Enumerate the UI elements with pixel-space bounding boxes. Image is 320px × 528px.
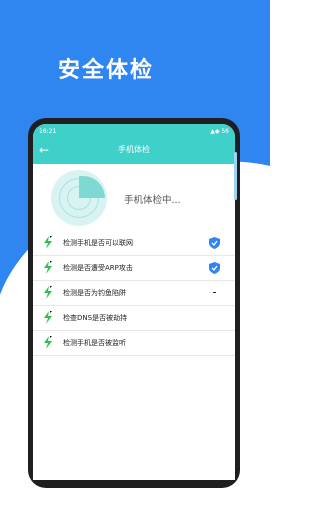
check-row: 检查DNS是否被劫持 [33,305,235,331]
hero-title: 安全体检 [58,58,155,83]
scan-radar-icon [51,170,107,226]
check-row: 检测是否为钓鱼陷阱 [33,280,235,306]
status-bar: 16:21 ▲◆ 56 [33,124,235,138]
check-label: 检查DNS是否被劫持 [63,314,128,322]
shield-check-icon [209,237,220,249]
lightning-bolt-icon [44,336,52,349]
pending-dash-icon [213,292,216,293]
scan-wedge [79,176,105,198]
check-row: 检测手机是否被监听 [33,330,235,356]
check-label: 检测是否遭受ARP攻击 [63,264,133,272]
status-time: 16:21 [39,127,57,135]
shield-check-icon [209,262,220,274]
scan-status-text: 手机体检中... [124,195,181,206]
lightning-bolt-icon [44,286,52,299]
scrollbar[interactable] [234,152,237,200]
check-row: 检测手机是否可以联网 [33,230,235,256]
app-title: 手机体检 [118,145,150,154]
check-label: 检测手机是否可以联网 [63,239,133,247]
check-label: 检测手机是否被监听 [63,339,126,347]
check-row: 检测是否遭受ARP攻击 [33,255,235,281]
status-icons: ▲◆ 56 [210,127,229,135]
lightning-bolt-icon [44,311,52,324]
app-bar: ← 手机体检 [33,138,235,164]
check-label: 检测是否为钓鱼陷阱 [63,289,126,297]
lightning-bolt-icon [44,236,52,249]
phone-screen: 16:21 ▲◆ 56 ← 手机体检 手机体检中... 检测手机是否可以联网 检… [33,124,235,480]
lightning-bolt-icon [44,261,52,274]
